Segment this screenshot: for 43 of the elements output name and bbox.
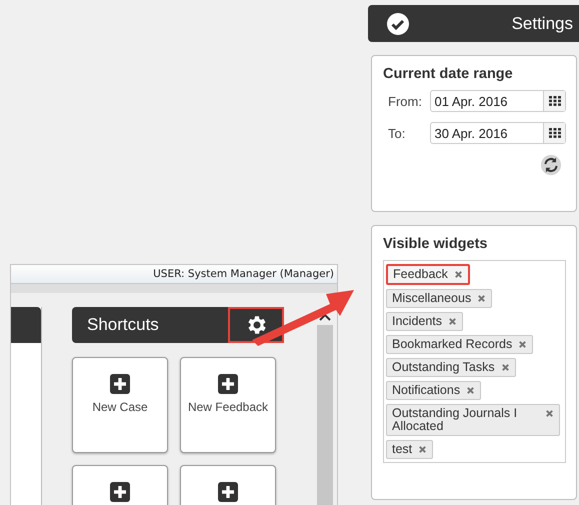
calendar-icon [548, 96, 560, 106]
tag-label: Feedback [393, 268, 448, 281]
shortcut-tile[interactable]: New Case [72, 357, 168, 453]
tag-label: Bookmarked Records [392, 338, 512, 351]
shortcut-tile[interactable]: New Feedback [180, 357, 276, 453]
plus-icon [110, 374, 130, 394]
date-label: From: [388, 94, 423, 108]
plus-icon [218, 374, 238, 394]
plus-icon [110, 482, 130, 502]
scrollbar[interactable] [317, 325, 333, 505]
tag-label: Miscellaneous [392, 292, 472, 305]
tag-label: Outstanding Tasks [392, 361, 495, 374]
scroll-up-icon[interactable] [319, 313, 331, 321]
remove-icon[interactable] [454, 270, 463, 279]
tag-label: Outstanding Journals I Allocated [392, 407, 518, 433]
tag-label: Incidents [392, 315, 442, 328]
tag-label: test [392, 443, 412, 456]
date-field[interactable]: 01 Apr. 2016 [430, 90, 566, 112]
tag-input[interactable]: Feedback Miscellaneous Incidents Bookmarked Records Outstanding Tasks Notifications Outstanding Journals I Allocated test [383, 260, 566, 463]
shortcut-tile[interactable] [180, 465, 276, 505]
calendar-button[interactable] [543, 123, 565, 143]
check-icon[interactable] [386, 12, 410, 36]
date-range-title: Current date range [383, 66, 514, 82]
settings-title: Settings [512, 14, 573, 34]
date-field[interactable]: 30 Apr. 2016 [430, 122, 566, 144]
remove-icon[interactable] [418, 445, 428, 454]
panel-header [11, 307, 41, 343]
remove-icon[interactable] [545, 409, 554, 418]
remove-icon[interactable] [500, 363, 510, 372]
plus-icon [218, 482, 238, 502]
remove-icon[interactable] [477, 294, 486, 303]
calendar-button[interactable] [543, 91, 565, 111]
date-label: To: [388, 126, 406, 140]
tag-label: Notifications [392, 384, 460, 397]
visible-widgets-title: Visible widgets [383, 236, 488, 252]
remove-icon[interactable] [466, 386, 476, 395]
calendar-icon [548, 128, 560, 138]
refresh-icon[interactable] [540, 154, 562, 176]
shortcuts-title: Shortcuts [86, 315, 159, 335]
remove-icon[interactable] [448, 317, 458, 326]
shortcut-tile[interactable] [72, 465, 168, 505]
user-label: USER: System Manager (Manager) [153, 268, 334, 280]
remove-icon[interactable] [518, 340, 528, 349]
